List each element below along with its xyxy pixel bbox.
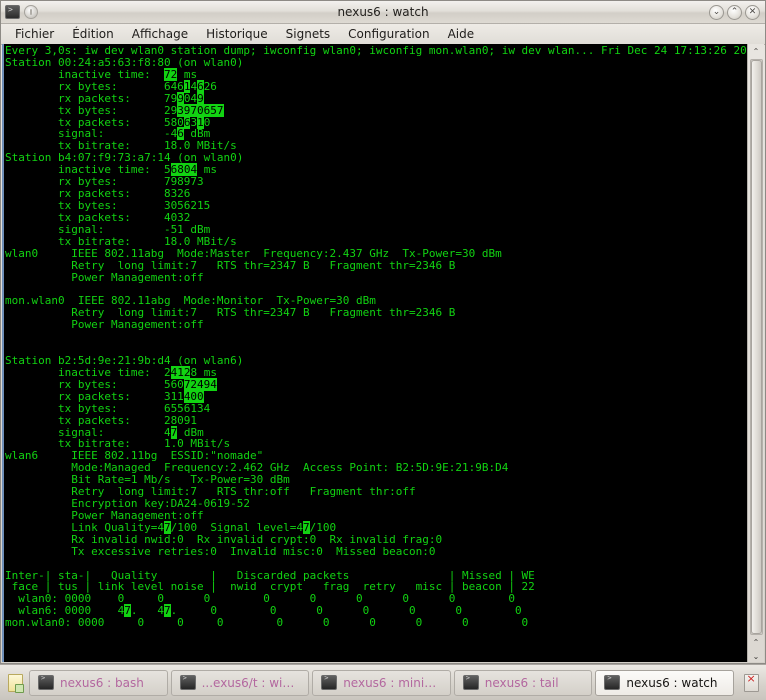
task-nexus6-watch[interactable]: nexus6 : watch (595, 669, 734, 696)
terminal-text: 04 (183, 91, 198, 105)
task-label: nexus6 : tail (484, 675, 559, 690)
scroll-step-down-arrow[interactable]: ⌄ (749, 649, 764, 663)
task-label: nexus6 : watch (626, 675, 718, 690)
shade-button[interactable]: ⌄ (709, 4, 724, 20)
scroll-steppers[interactable]: ⌃ ⌄ (749, 636, 764, 662)
task-label: nexus6 : minidlna (343, 675, 442, 690)
terminal-highlight: 9 (177, 91, 184, 105)
terminal-text: mon.wlan0: 0000 0 0 0 0 0 0 0 0 0 (5, 616, 529, 630)
terminal-line: Power Management:off (5, 319, 747, 331)
terminal-icon (462, 674, 479, 690)
close-button[interactable]: ✕ (745, 4, 760, 20)
terminal-area: Every 3,0s: iw dev wlan0 station dump; i… (2, 44, 764, 662)
terminal-text: Tx excessive retries:0 Invalid misc:0 Mi… (5, 544, 436, 558)
terminal-output[interactable]: Every 3,0s: iw dev wlan0 station dump; i… (2, 44, 747, 662)
trash-button[interactable] (740, 670, 762, 696)
task-wifi-ap-sh[interactable]: ...exus6/t : wifi_ap.sh (170, 669, 310, 696)
menubar: Fichier Édition Affichage Historique Sig… (1, 24, 765, 45)
terminal-highlight: 6 (197, 79, 204, 93)
task-label: nexus6 : bash (60, 675, 144, 690)
terminal-text: Power Management:off (5, 318, 204, 332)
terminal-icon (604, 674, 621, 690)
terminal-scrollbar[interactable]: ⌃ ⌃ ⌄ (747, 44, 764, 662)
menu-historique[interactable]: Historique (198, 26, 276, 42)
scrollbar-thumb[interactable] (750, 60, 762, 634)
menu-configuration[interactable]: Configuration (340, 26, 437, 42)
scroll-up-arrow[interactable]: ⌃ (749, 44, 764, 58)
terminal-icon (321, 674, 338, 690)
window-titlebar[interactable]: nexus6 : watch ⌄ ⌃ ✕ (1, 1, 765, 24)
task-label: ...exus6/t : wifi_ap.sh (201, 675, 301, 690)
trash-icon (743, 672, 759, 692)
launcher-button[interactable] (4, 670, 26, 696)
terminal-text: 8 ms (190, 365, 217, 379)
terminal-line: Power Management:off (5, 270, 747, 284)
terminal-line: mon.wlan0: 0000 0 0 0 0 0 0 0 0 0 (5, 617, 747, 629)
menu-affichage[interactable]: Affichage (124, 26, 196, 42)
menu-aide[interactable]: Aide (440, 26, 483, 42)
menu-edition[interactable]: Édition (64, 26, 122, 42)
maximize-button[interactable]: ⌃ (727, 4, 742, 20)
terminal-highlight: 3970657 (177, 103, 224, 117)
scrollbar-track[interactable] (749, 59, 763, 635)
task-list: nexus6 : bash ...exus6/t : wifi_ap.sh nexu… (29, 669, 734, 696)
terminal-line: Tx excessive retries:0 Invalid misc:0 Mi… (5, 544, 747, 558)
window-controls: ⌄ ⌃ ✕ (709, 4, 765, 20)
task-nexus6-bash[interactable]: nexus6 : bash (29, 669, 168, 696)
terminal-icon (179, 674, 196, 690)
taskbar: nexus6 : bash ...exus6/t : wifi_ap.sh nexu… (0, 664, 766, 700)
terminal-icon[interactable] (5, 5, 20, 19)
task-nexus6-tail[interactable]: nexus6 : tail (453, 669, 593, 696)
terminal-highlight: 9 (197, 91, 204, 105)
titlebar-left-icons (1, 5, 38, 19)
terminal-highlight: 72494 (183, 377, 217, 391)
terminal-icon (38, 674, 54, 690)
window-menu-icon[interactable] (24, 5, 38, 19)
menu-signets[interactable]: Signets (278, 26, 339, 42)
terminal-text: 26 (203, 79, 217, 93)
document-icon (7, 673, 24, 693)
menu-fichier[interactable]: Fichier (7, 26, 62, 42)
task-nexus6-minidlna[interactable]: nexus6 : minidlna (312, 669, 451, 696)
window-title: nexus6 : watch (337, 5, 429, 19)
scroll-step-up-arrow[interactable]: ⌃ (749, 635, 764, 649)
terminal-text: Power Management:off (5, 270, 204, 284)
terminal-window: nexus6 : watch ⌄ ⌃ ✕ Fichier Édition Aff… (0, 0, 766, 664)
